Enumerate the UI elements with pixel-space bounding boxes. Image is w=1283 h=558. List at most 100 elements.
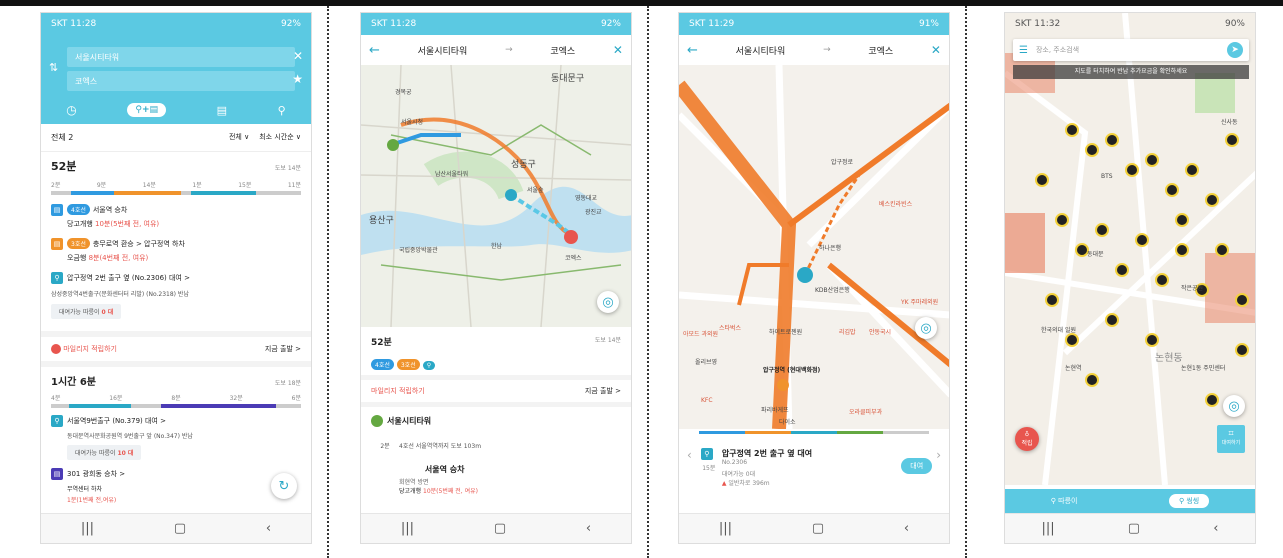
road-info: ▲ 일반차로 396m (721, 480, 770, 487)
bike-station-marker[interactable] (1235, 343, 1249, 357)
close-icon[interactable]: ✕ (931, 43, 941, 57)
bike-station-marker[interactable] (1165, 183, 1179, 197)
bike-station-card[interactable]: ‹ ⚲ 15분 압구정역 2번 출구 옆 대여 No.2306 대여가능 0대 ▲… (679, 436, 949, 499)
refresh-button[interactable]: ↻ (271, 473, 297, 499)
destination-field[interactable]: 코엑스 (67, 71, 295, 91)
back-icon[interactable]: ‹ (904, 521, 909, 536)
tab-transit-icon[interactable]: ▤ (217, 104, 227, 117)
bike-station-marker[interactable] (1065, 333, 1079, 347)
origin-field[interactable]: 서울시티타워 (67, 47, 295, 67)
route-map[interactable]: 동대문구 경복궁 서울시청 남산서울타워 성동구 용산구 국립중앙박물관 서울숲… (361, 65, 631, 327)
bike-station-marker[interactable] (1105, 313, 1119, 327)
bike-station-marker[interactable] (1115, 263, 1129, 277)
map-label: 하이트로젠원 (769, 329, 803, 336)
map-label: 코엑스 (565, 255, 582, 262)
route-card-1[interactable]: 52분 도보 14분 2분 9분 14분 1분 15분 11분 ▤ 4호선 서울역 승차 당고… (41, 152, 311, 325)
screen-route-list: SKT 11:28 92% ⇅ 서울시티타워 코엑스 ✕ ★ ◷ ⚲+▤ ▤ ⚲… (40, 12, 312, 544)
directions-icon[interactable]: ➤ (1227, 42, 1243, 58)
bike-station-marker[interactable] (1155, 273, 1169, 287)
bike-station-marker[interactable] (1055, 213, 1069, 227)
route-time: 1시간 6분 (51, 377, 96, 388)
swap-icon[interactable]: ⇅ (49, 61, 58, 74)
tab-ddareungi[interactable]: ⚲ 따릉이 (1051, 496, 1078, 506)
bike-station-marker[interactable] (1085, 143, 1099, 157)
route-header: ← 서울시티타워 → 코엑스 ✕ (679, 35, 949, 65)
android-nav-bar: ||| ▢ ‹ (361, 513, 631, 543)
tab-transit-bike[interactable]: ⚲+▤ (127, 103, 167, 117)
bike-station-marker[interactable] (1105, 133, 1119, 147)
close-icon[interactable]: ✕ (613, 43, 623, 57)
recent-apps-icon[interactable]: ||| (1042, 521, 1055, 536)
recent-apps-icon[interactable]: ||| (719, 521, 732, 536)
mileage-row[interactable]: 마일리지 적립하기 지금 출발 > (361, 375, 631, 407)
bike-station-marker[interactable] (1125, 163, 1139, 177)
bike-station-marker[interactable] (1085, 373, 1099, 387)
bike-station-marker[interactable] (1135, 233, 1149, 247)
close-icon[interactable]: ✕ (293, 49, 303, 63)
bike-station-marker[interactable] (1205, 393, 1219, 407)
locate-me-button[interactable]: ◎ (1223, 395, 1245, 417)
prev-icon[interactable]: ‹ (687, 448, 692, 462)
android-nav-bar: ||| ▢ ‹ (41, 513, 311, 543)
locate-me-button[interactable]: ◎ (915, 317, 937, 339)
mode-tabs: ◷ ⚲+▤ ▤ ⚲ (41, 96, 311, 124)
filter-dropdown[interactable]: 전체 ∨ (229, 133, 249, 141)
back-icon[interactable]: ‹ (586, 521, 591, 536)
tab-all-icon[interactable]: ◷ (66, 103, 76, 117)
battery-level: 91% (918, 19, 939, 29)
back-icon[interactable]: ‹ (1213, 521, 1218, 536)
mileage-button[interactable]: ♁ 적립 (1015, 427, 1039, 451)
home-icon[interactable]: ▢ (174, 521, 186, 536)
scan-rent-button[interactable]: ⌗ 대여하기 (1217, 425, 1245, 453)
recent-apps-icon[interactable]: ||| (401, 521, 414, 536)
available-bikes[interactable]: 대여가능 따릉이 10 대 (67, 445, 142, 460)
search-input[interactable]: 장소, 주소검색 (1036, 45, 1079, 55)
home-icon[interactable]: ▢ (1128, 521, 1140, 536)
rent-button[interactable]: 대여 (901, 458, 933, 474)
bike-station-marker[interactable] (1145, 333, 1159, 347)
bike-station-marker[interactable] (1205, 193, 1219, 207)
recent-apps-icon[interactable]: ||| (81, 521, 94, 536)
home-icon[interactable]: ▢ (812, 521, 824, 536)
divider (965, 6, 967, 558)
available-bikes[interactable]: 대여가능 따릉이 0 대 (51, 304, 122, 319)
mileage-icon (51, 344, 61, 354)
status-time: SKT 11:28 (51, 19, 97, 29)
bike-station-marker[interactable] (1175, 213, 1189, 227)
bike-station-marker[interactable] (1035, 173, 1049, 187)
bike-station-marker[interactable] (1225, 133, 1239, 147)
bike-station-marker[interactable] (1185, 163, 1199, 177)
mileage-row[interactable]: 마일리지 적립하기 지금 출발 > (41, 337, 311, 361)
subway-icon: ▤ (51, 204, 63, 216)
menu-icon[interactable]: ☰ (1019, 45, 1028, 56)
bike-station-marker[interactable] (1145, 153, 1159, 167)
status-time: SKT 11:28 (371, 19, 417, 29)
search-bar[interactable]: ☰ 장소, 주소검색 ➤ (1013, 39, 1249, 61)
depart-now-link[interactable]: 지금 출발 > (585, 386, 621, 396)
home-icon[interactable]: ▢ (494, 521, 506, 536)
bike-station-marker[interactable] (1065, 123, 1079, 137)
bike-station-marker[interactable] (1045, 293, 1059, 307)
bike-station-marker[interactable] (1215, 243, 1229, 257)
back-arrow-icon[interactable]: ← (369, 43, 380, 58)
next-icon[interactable]: › (936, 448, 941, 462)
depart-now-link[interactable]: 지금 출발 > (265, 344, 301, 354)
bike-station-marker[interactable] (1095, 223, 1109, 237)
bike-station-map[interactable]: BTS 동대문 논현동 논현역 논현1동 주민센터 신사동 한국의대 일원 작은… (1005, 13, 1255, 485)
map-label: 신사동 (1221, 119, 1238, 126)
tab-bike-icon[interactable]: ⚲ (278, 104, 286, 117)
route-map[interactable]: 압구정로 베스킨라빈스 하나은행 KDB산업은행 YK 주마레외원 스타벅스 리… (679, 65, 949, 429)
locate-me-button[interactable]: ◎ (597, 291, 619, 313)
map-label: 아모드 과외원 (683, 331, 719, 338)
sort-dropdown[interactable]: 최소 시간순 ∨ (259, 133, 301, 141)
map-label: 작은공원 (1181, 285, 1204, 292)
bike-station-marker[interactable] (1235, 293, 1249, 307)
status-bar: SKT 11:28 92% (361, 13, 631, 35)
bike-station-marker[interactable] (1175, 243, 1189, 257)
back-icon[interactable]: ‹ (266, 521, 271, 536)
status-time: SKT 11:32 (1015, 19, 1061, 29)
back-arrow-icon[interactable]: ← (687, 43, 698, 58)
divider (647, 6, 649, 558)
tab-ssingssing[interactable]: ⚲ 씽씽 (1168, 494, 1210, 508)
favorite-star-icon[interactable]: ★ (292, 72, 303, 86)
